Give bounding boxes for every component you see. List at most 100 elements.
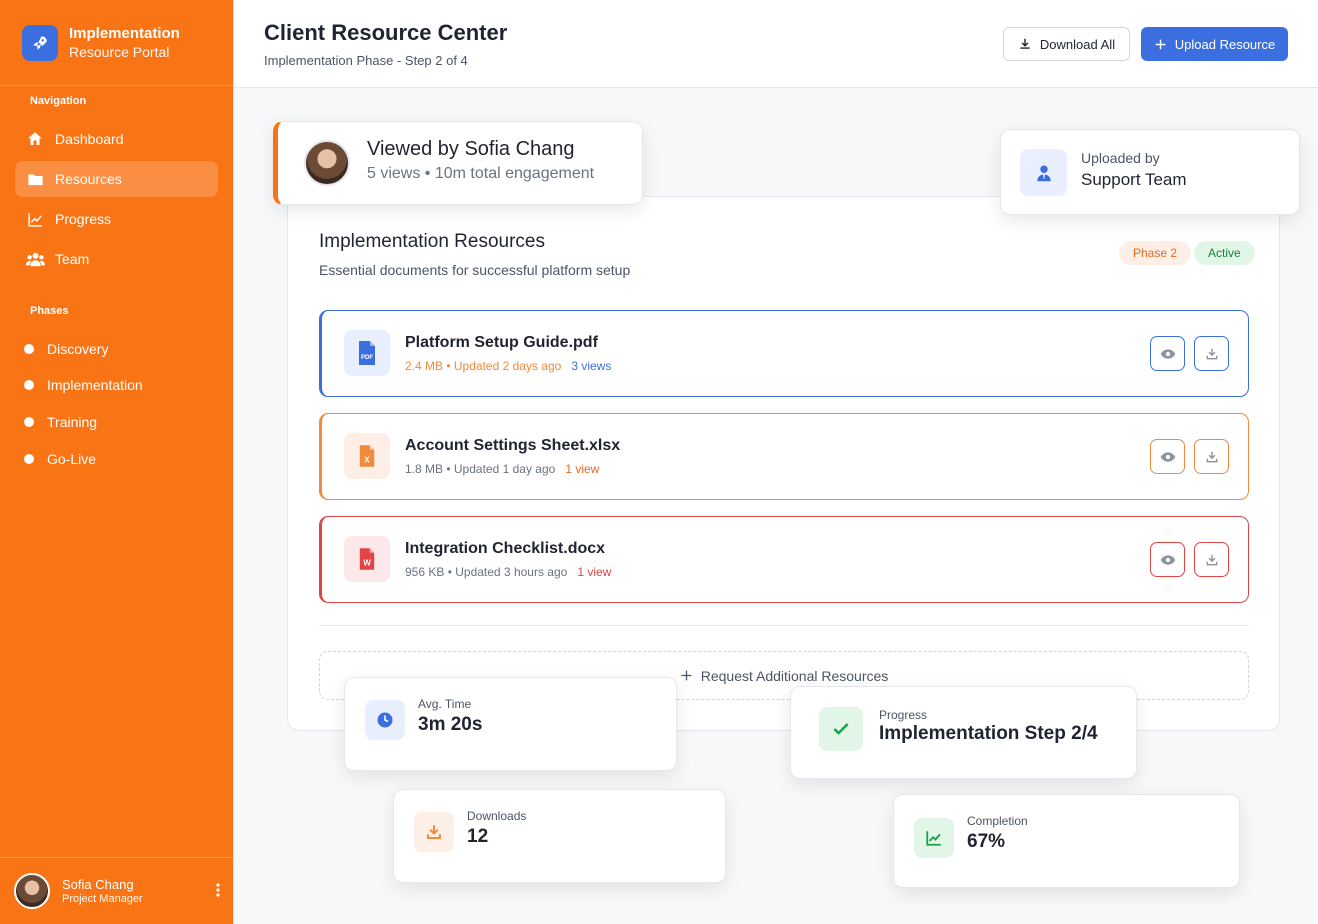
uploaded-by-value: Support Team: [1081, 170, 1187, 189]
upload-resource-button[interactable]: Upload Resource: [1141, 27, 1288, 61]
page-subtitle: Implementation Phase - Step 2 of 4: [264, 53, 468, 68]
avatar: [14, 873, 50, 909]
avg-time-value: 3m 20s: [418, 714, 483, 735]
downloads-card: Downloads 12: [393, 789, 726, 883]
phase-item-go-live[interactable]: Go-Live: [0, 442, 233, 475]
phase-label: Training: [47, 413, 98, 430]
file-views: 1 view: [577, 565, 612, 579]
file-row-integration-checklist[interactable]: W Integration Checklist.docx 956 KB • Up…: [319, 516, 1249, 603]
file-size-updated: 2.4 MB • Updated 2 days ago: [405, 359, 562, 373]
phase-item-training[interactable]: Training: [0, 405, 233, 438]
download-file-button[interactable]: [1194, 542, 1229, 577]
users-icon: [25, 249, 45, 269]
file-row-account-settings-sheet[interactable]: X Account Settings Sheet.xlsx 1.8 MB • U…: [319, 413, 1249, 500]
phase-dot-icon: [24, 380, 34, 391]
progress-label: Progress: [879, 708, 928, 722]
page-title: Client Resource Center: [264, 20, 508, 45]
brand[interactable]: Implementation Resource Portal: [0, 0, 233, 86]
uploaded-by-card: Uploaded by Support Team: [1000, 129, 1300, 215]
user-profile[interactable]: Sofia Chang Project Manager: [0, 857, 234, 924]
download-all-label: Download All: [1039, 36, 1116, 52]
eye-icon: [1160, 348, 1175, 359]
excel-icon: X: [344, 433, 390, 479]
phase-badge: Phase 2: [1119, 241, 1192, 265]
progress-card: Progress Implementation Step 2/4: [790, 686, 1137, 779]
resources-card: Implementation Resources Essential docum…: [287, 196, 1280, 731]
file-name: Platform Setup Guide.pdf: [405, 334, 598, 351]
user-tie-icon: [1020, 149, 1067, 196]
file-name: Integration Checklist.docx: [405, 540, 606, 557]
upload-resource-label: Upload Resource: [1174, 36, 1276, 52]
completion-card: Completion 67%: [893, 794, 1240, 888]
brand-subtitle: Resource Portal: [69, 43, 170, 60]
eye-icon: [1160, 451, 1175, 462]
file-views: 3 views: [571, 359, 612, 373]
sidebar-item-team[interactable]: Team: [15, 241, 218, 277]
download-file-button[interactable]: [1194, 439, 1229, 474]
download-file-button[interactable]: [1194, 336, 1229, 371]
svg-text:W: W: [363, 558, 371, 567]
sidebar-item-dashboard[interactable]: Dashboard: [15, 121, 218, 157]
phases-list: Discovery Implementation Training Go-Liv…: [0, 332, 233, 475]
avg-time-card: Avg. Time 3m 20s: [344, 677, 677, 771]
avatar: [304, 140, 350, 186]
file-size-updated: 1.8 MB • Updated 1 day ago: [405, 462, 556, 476]
page-header: Client Resource Center Implementation Ph…: [234, 0, 1318, 88]
svg-text:PDF: PDF: [361, 355, 373, 361]
nav-section-label: Navigation: [30, 95, 87, 107]
phase-dot-icon: [24, 416, 34, 427]
download-icon: [1206, 348, 1217, 359]
user-name: Sofia Chang: [62, 876, 134, 892]
plus-icon: [1155, 39, 1166, 49]
view-file-button[interactable]: [1150, 439, 1185, 474]
status-badge: Active: [1194, 241, 1255, 265]
sidebar-item-resources[interactable]: Resources: [15, 161, 218, 197]
downloads-value: 12: [467, 826, 489, 847]
brand-title: Implementation: [69, 24, 180, 42]
more-options-icon[interactable]: [216, 883, 220, 900]
divider: [319, 625, 1249, 626]
rocket-icon: [22, 24, 58, 61]
download-all-button[interactable]: Download All: [1003, 27, 1130, 61]
sidebar-item-label: Team: [55, 251, 90, 267]
chart-line-icon: [914, 818, 954, 858]
request-resources-label: Request Additional Resources: [700, 667, 889, 684]
sidebar-item-progress[interactable]: Progress: [15, 201, 218, 237]
svg-text:X: X: [364, 455, 370, 464]
viewed-by-subtitle: 5 views • 10m total engagement: [367, 165, 595, 182]
resources-subtitle: Essential documents for successful platf…: [319, 262, 631, 278]
download-icon: [414, 812, 454, 852]
file-views: 1 view: [565, 462, 600, 476]
nav-list: Dashboard Resources Progress Team: [0, 121, 233, 277]
phase-label: Go-Live: [47, 450, 97, 467]
avg-time-label: Avg. Time: [418, 697, 472, 711]
download-icon: [1020, 38, 1030, 49]
view-file-button[interactable]: [1150, 336, 1185, 371]
sidebar-item-label: Progress: [55, 211, 112, 227]
plus-icon: [681, 670, 692, 681]
sidebar-item-label: Resources: [55, 171, 122, 187]
word-icon: W: [344, 536, 390, 582]
user-role: Project Manager: [62, 892, 143, 905]
home-icon: [25, 129, 45, 149]
download-icon: [1206, 554, 1217, 565]
file-row-platform-setup-guide[interactable]: PDF Platform Setup Guide.pdf 2.4 MB • Up…: [319, 310, 1249, 397]
view-file-button[interactable]: [1150, 542, 1185, 577]
completion-label: Completion: [967, 814, 1028, 828]
file-meta: 2.4 MB • Updated 2 days ago 3 views: [405, 359, 611, 373]
phase-label: Implementation: [47, 377, 143, 394]
downloads-label: Downloads: [467, 809, 527, 823]
completion-value: 67%: [967, 831, 1006, 852]
phase-label: Discovery: [47, 340, 109, 357]
phase-item-implementation[interactable]: Implementation: [0, 369, 233, 402]
progress-value: Implementation Step 2/4: [879, 723, 1098, 744]
download-icon: [1206, 451, 1217, 462]
viewed-by-title: Viewed by Sofia Chang: [367, 138, 575, 160]
sidebar-item-label: Dashboard: [55, 131, 124, 147]
phases-section-label: Phases: [30, 305, 69, 317]
file-size-updated: 956 KB • Updated 3 hours ago: [405, 565, 568, 579]
phase-dot-icon: [24, 453, 34, 464]
phase-item-discovery[interactable]: Discovery: [0, 332, 233, 365]
clock-icon: [365, 700, 405, 740]
check-icon: [819, 707, 863, 751]
